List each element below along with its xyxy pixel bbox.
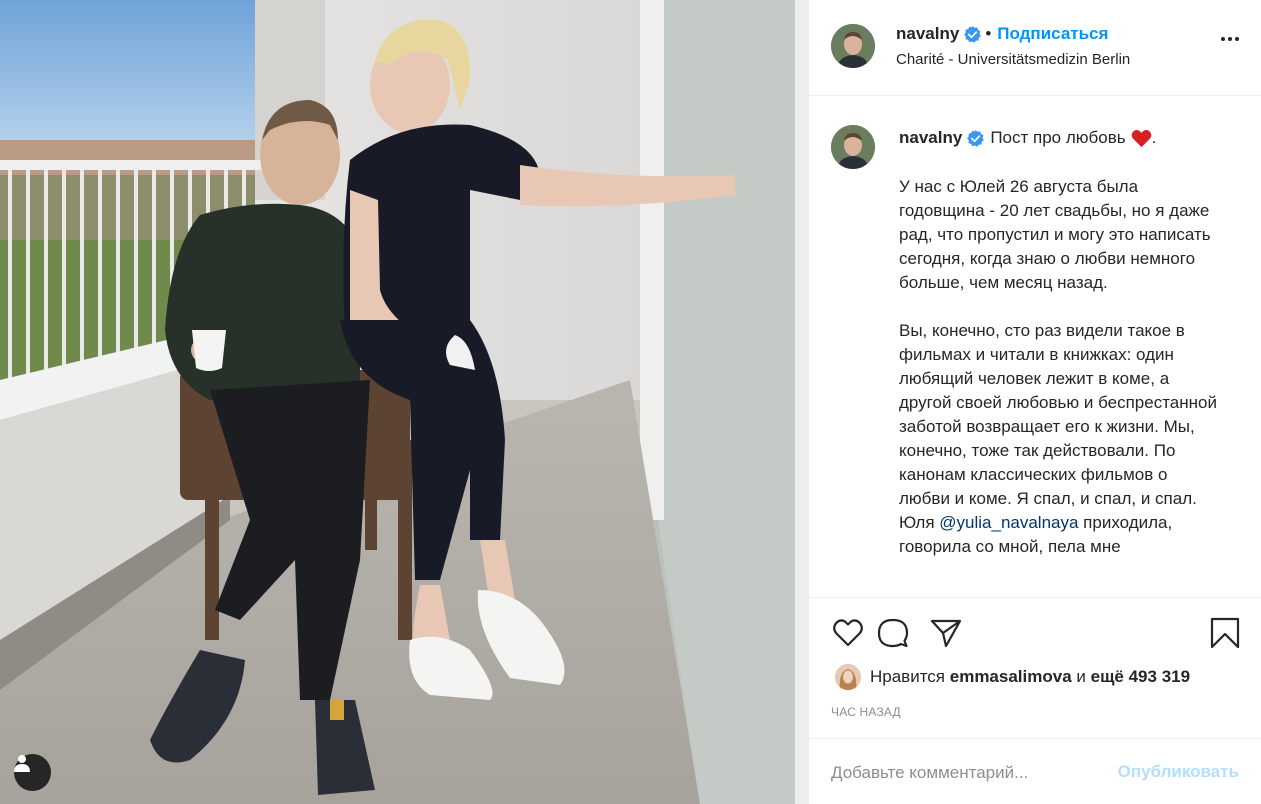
photo-illustration <box>0 0 808 804</box>
header-user-line: navalny • Подписаться <box>896 24 1108 44</box>
post-actions: Нравится emmasalimova и ещё 493 319 ЧАС … <box>809 597 1261 732</box>
caption-username[interactable]: navalny <box>899 125 962 151</box>
mention-link[interactable]: @yulia_navalnaya <box>939 513 1078 532</box>
author-avatar-image <box>831 24 875 68</box>
caption-scroll-area[interactable]: navalny Пост про любовь . У нас с Юлей 2… <box>809 97 1261 597</box>
heart-icon <box>833 619 863 647</box>
tagged-user-icon <box>14 755 30 772</box>
comment-icon <box>877 618 909 648</box>
liker-avatar-image <box>835 664 861 690</box>
likes-prefix: Нравится <box>870 667 946 686</box>
liker-avatar[interactable] <box>835 664 861 690</box>
instagram-post: navalny • Подписаться Charité - Universi… <box>0 0 1261 804</box>
likes-count[interactable]: ещё 493 319 <box>1091 667 1190 687</box>
more-dot <box>1228 37 1232 41</box>
comment-input[interactable] <box>831 759 1101 787</box>
more-dot <box>1235 37 1239 41</box>
bookmark-icon <box>1210 617 1240 649</box>
caption-header: navalny Пост про любовь . <box>899 125 1239 151</box>
caption-author-avatar[interactable] <box>831 125 875 169</box>
post-photo[interactable] <box>0 0 808 804</box>
follow-button[interactable]: Подписаться <box>997 24 1108 44</box>
tagged-user-button[interactable] <box>14 754 51 791</box>
caption-paragraph-2-start: Вы, конечно, сто раз видели такое в филь… <box>899 321 1217 532</box>
red-heart-emoji-icon <box>1131 129 1151 147</box>
post-timestamp[interactable]: ЧАС НАЗАД <box>831 705 901 719</box>
more-dot <box>1221 37 1225 41</box>
add-comment-bar: Опубликовать <box>809 738 1261 804</box>
post-header: navalny • Подписаться Charité - Universi… <box>809 0 1261 96</box>
share-icon <box>930 619 962 648</box>
separator-dot: • <box>985 24 992 43</box>
caption-body: У нас с Юлей 26 августа была годовщина -… <box>899 175 1219 583</box>
caption-avatar-image <box>831 125 875 169</box>
post-location[interactable]: Charité - Universitätsmedizin Berlin <box>896 51 1130 68</box>
post-side-panel: navalny • Подписаться Charité - Universi… <box>808 0 1261 804</box>
comment-button[interactable] <box>876 616 910 650</box>
author-username[interactable]: navalny <box>896 24 959 44</box>
caption-paragraph-1: У нас с Юлей 26 августа была годовщина -… <box>899 177 1211 292</box>
liker-username[interactable]: emmasalimova <box>950 667 1072 687</box>
likes-summary: Нравится emmasalimova и ещё 493 319 <box>835 664 1190 690</box>
share-button[interactable] <box>929 616 963 650</box>
caption-title: Пост про любовь <box>990 128 1126 147</box>
more-options-icon[interactable] <box>1221 37 1239 41</box>
save-button[interactable] <box>1208 616 1242 650</box>
caption-title-suffix: . <box>1151 128 1157 147</box>
caption-paragraph-2: Вы, конечно, сто раз видели такое в филь… <box>899 319 1219 559</box>
verified-badge-icon <box>967 129 985 147</box>
author-avatar[interactable] <box>831 24 875 68</box>
publish-button[interactable]: Опубликовать <box>1118 762 1239 782</box>
like-button[interactable] <box>831 616 865 650</box>
verified-badge-icon <box>964 25 982 43</box>
likes-middle: и <box>1076 667 1086 686</box>
